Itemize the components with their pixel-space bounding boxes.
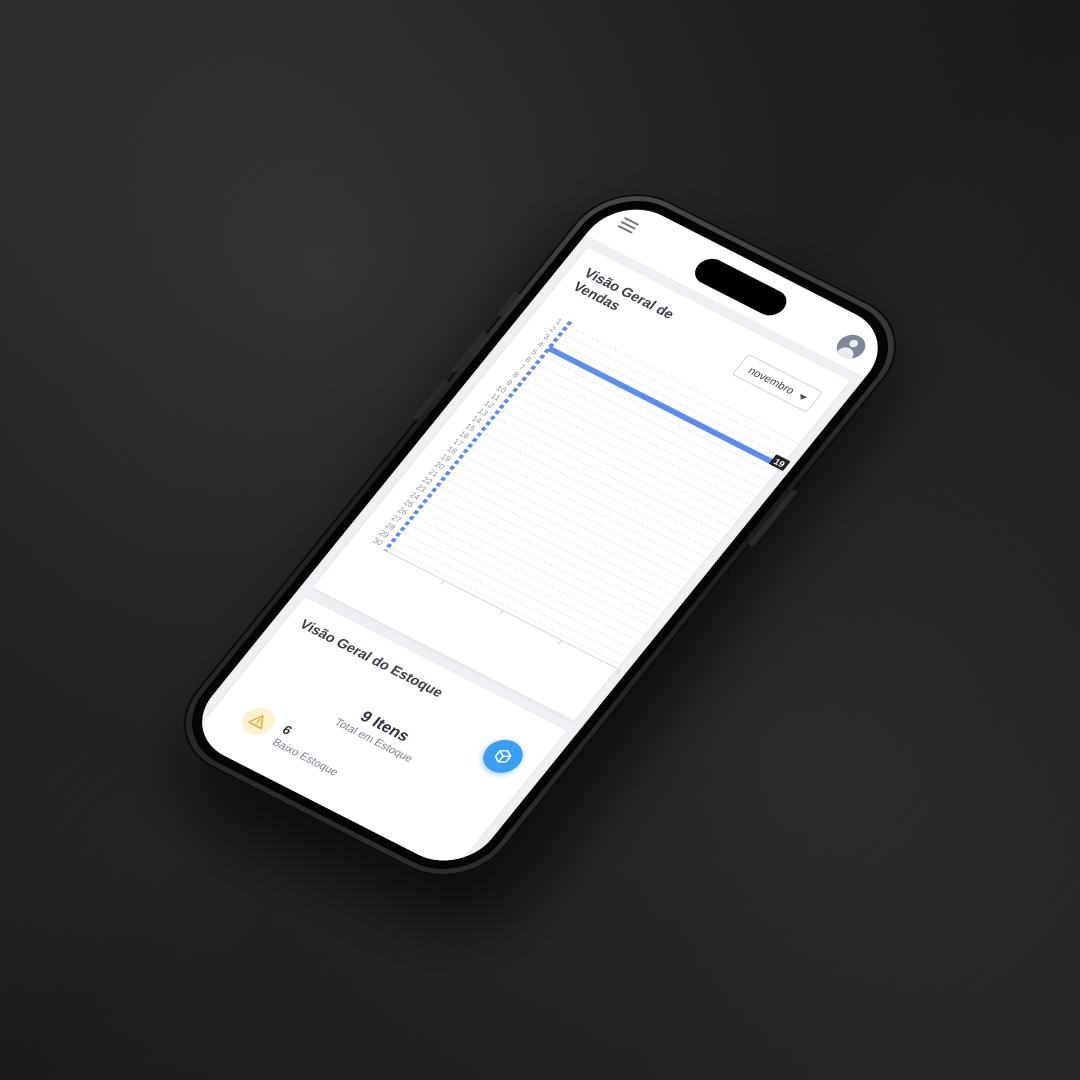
month-select[interactable]: novembro	[731, 353, 824, 413]
gridline	[455, 462, 692, 583]
gridline	[425, 500, 661, 622]
gridline	[400, 530, 637, 652]
x-tick	[558, 640, 563, 645]
gridline	[431, 492, 668, 614]
warning-badge	[235, 702, 282, 741]
gridline	[462, 454, 699, 576]
gridline	[486, 424, 723, 545]
gridline	[530, 370, 766, 492]
gridline	[511, 393, 748, 515]
gridline	[493, 416, 729, 538]
x-axis-line	[384, 550, 621, 671]
user-avatar-icon[interactable]	[831, 330, 872, 363]
gridline	[517, 386, 754, 507]
gridline	[394, 538, 631, 660]
gridline	[412, 515, 649, 637]
gridline	[505, 401, 742, 522]
gridline	[388, 546, 624, 667]
x-tick	[499, 610, 504, 615]
gridline	[449, 469, 686, 591]
hamburger-menu-icon[interactable]	[615, 216, 640, 236]
low-stock-value: 6	[279, 722, 296, 738]
warning-triangle-icon	[247, 715, 264, 730]
chevron-down-icon	[797, 393, 808, 402]
gridline	[480, 431, 717, 553]
gridline	[536, 363, 773, 484]
gridline	[443, 477, 680, 599]
gridline	[468, 447, 705, 568]
gridline	[418, 508, 655, 629]
x-tick	[616, 670, 621, 675]
low-stock-label: Baixo Estoque	[269, 736, 341, 779]
cube-icon	[494, 750, 512, 763]
x-tick	[440, 580, 445, 585]
gridline	[560, 332, 797, 454]
gridline	[437, 485, 674, 606]
gridline	[474, 439, 711, 561]
month-select-value: novembro	[745, 365, 797, 397]
gridline	[406, 523, 643, 644]
